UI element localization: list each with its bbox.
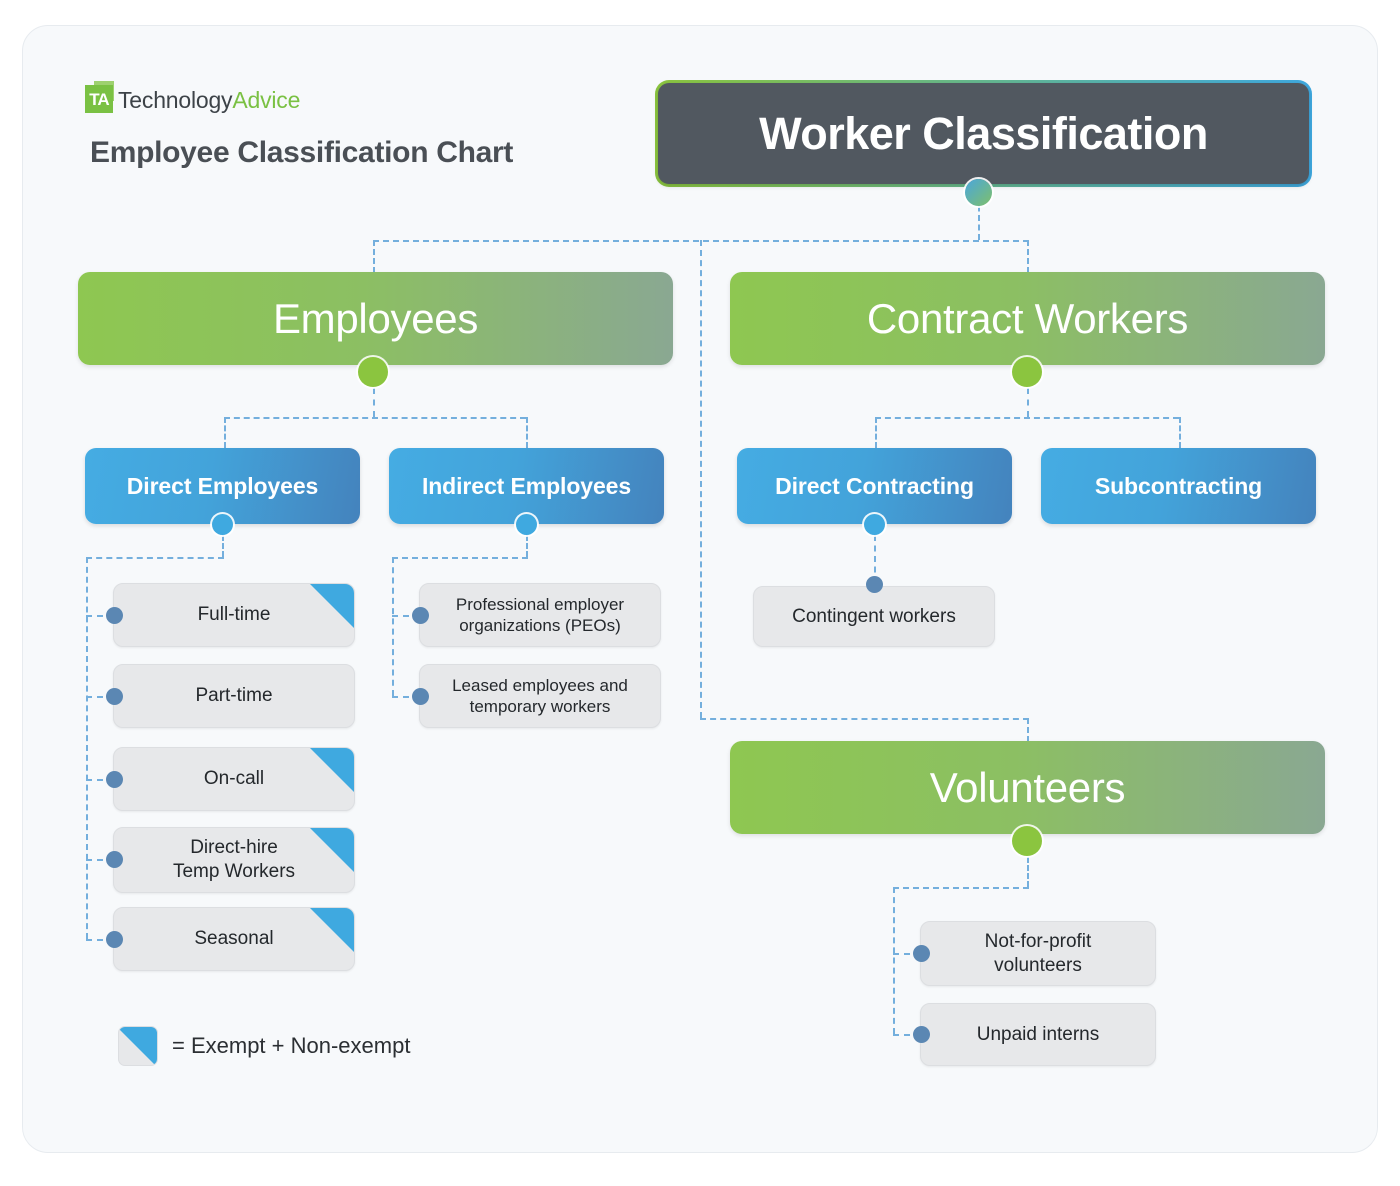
leaf-peos-line2: organizations (PEOs) [459,616,621,635]
leaf-unpaid-interns[interactable]: Unpaid interns [920,1003,1156,1066]
connector-root-to-volunteers-vertical [700,240,702,718]
connector-volunteers-drop [1027,718,1029,742]
node-subcontracting[interactable]: Subcontracting [1041,448,1316,524]
leaf-part-time[interactable]: Part-time [113,664,355,728]
node-contract-workers-label: Contract Workers [866,294,1189,342]
node-volunteers[interactable]: Volunteers [730,741,1325,834]
leaf-peos-label: Professional employer organizations (PEOs… [428,594,652,637]
connector-employees-bus [224,417,526,419]
leaf-contingent-workers-label: Contingent workers [792,605,956,627]
leaf-direct-hire-temp-workers[interactable]: Direct-hire Temp Workers [113,827,355,893]
ta-logo-icon: TA [85,81,115,115]
node-employees-label: Employees [272,294,479,342]
leaf-on-call[interactable]: On-call [113,747,355,811]
connector-dot-root [965,179,992,206]
leaf-nfp-line1: Not-for-profit [984,930,1092,952]
connector-volunteers-trunk [1027,857,1029,887]
connector-indirect-employees-turn [392,557,528,559]
node-volunteers-label: Volunteers [929,763,1126,811]
connector-indirect-employees-rail [392,557,394,696]
leaf-nfp-line2: volunteers [994,954,1082,976]
connector-dot-direct-hire [106,851,123,868]
node-employees[interactable]: Employees [78,272,673,365]
leaf-part-time-label: Part-time [195,685,273,707]
leaf-direct-hire-temp-workers-label: Direct-hire Temp Workers [145,836,323,884]
diagram-canvas: TA TechnologyAdvice Employee Classificat… [0,0,1400,1186]
leaf-peos[interactable]: Professional employer organizations (PEOs… [419,583,661,647]
node-direct-employees[interactable]: Direct Employees [85,448,360,524]
connector-contract-bus [875,417,1179,419]
node-contract-workers[interactable]: Contract Workers [730,272,1325,365]
connector-dot-unpaid-interns [913,1026,930,1043]
leaf-seasonal-label: Seasonal [194,928,274,950]
brand-name-part2: Advice [232,86,301,113]
connector-volunteers-rail [893,887,895,1034]
connector-dot-contract-workers [1012,357,1042,387]
node-worker-classification[interactable]: Worker Classification [655,80,1312,187]
legend: = Exempt + Non-exempt [118,1026,410,1066]
connector-employees-to-direct [224,417,226,448]
leaf-leased-line1: Leased employees and [452,675,628,695]
leaf-direct-hire-line2: Temp Workers [172,861,296,882]
leaf-leased-employees[interactable]: Leased employees and temporary workers [419,664,661,728]
connector-employees-trunk [373,388,375,417]
node-direct-contracting-label: Direct Contracting [775,472,974,499]
node-subcontracting-label: Subcontracting [1094,472,1263,499]
connector-direct-employees-trunk [222,535,224,557]
node-indirect-employees-label: Indirect Employees [421,472,632,499]
node-indirect-employees[interactable]: Indirect Employees [389,448,664,524]
connector-indirect-employees-trunk [526,535,528,557]
connector-contract-to-subcontracting [1179,417,1181,448]
connector-dot-full-time [106,607,123,624]
connector-dot-direct-contracting [864,514,885,535]
connector-direct-employees-turn [86,557,224,559]
connector-dot-volunteers [1012,826,1042,856]
connector-dot-direct-employees [212,514,233,535]
page-title: Employee Classification Chart [90,136,514,169]
connector-root-to-employees [373,240,375,273]
exempt-marker-icon [310,584,354,628]
technologyadvice-logo: TA TechnologyAdvice [85,81,300,115]
legend-label: = Exempt + Non-exempt [172,1033,411,1058]
connector-dot-seasonal [106,931,123,948]
leaf-seasonal[interactable]: Seasonal [113,907,355,971]
connector-dot-indirect-employees [516,514,537,535]
connector-contract-to-direct-contracting [875,417,877,448]
node-worker-classification-label: Worker Classification [759,107,1208,159]
exempt-marker-icon [310,748,354,792]
brand-name: TechnologyAdvice [118,87,300,114]
connector-employees-to-indirect [526,417,528,448]
connector-dot-on-call [106,771,123,788]
leaf-on-call-label: On-call [203,768,265,790]
connector-root-to-contract [1027,240,1029,273]
exempt-marker-icon [310,908,354,952]
leaf-contingent-workers[interactable]: Contingent workers [753,586,995,647]
connector-dot-not-for-profit-volunteers [913,945,930,962]
leaf-not-for-profit-volunteers[interactable]: Not-for-profit volunteers [920,921,1156,986]
leaf-direct-hire-line1: Direct-hire [190,837,278,859]
leaf-peos-line1: Professional employer [455,594,625,614]
connector-dot-contingent-workers [866,576,883,593]
leaf-full-time[interactable]: Full-time [113,583,355,647]
connector-dot-part-time [106,688,123,705]
leaf-not-for-profit-volunteers-label: Not-for-profit volunteers [957,930,1120,978]
leaf-full-time-label: Full-time [197,604,271,626]
connector-volunteers-turn [893,887,1029,889]
connector-contract-trunk [1027,388,1029,417]
leaf-leased-line2: temporary workers [469,697,611,716]
node-direct-employees-label: Direct Employees [126,472,319,499]
legend-exempt-swatch-icon [118,1026,158,1066]
ta-monogram: TA [89,90,109,109]
leaf-unpaid-interns-label: Unpaid interns [976,1023,1100,1045]
brand-name-part1: Technology [118,86,233,113]
leaf-leased-employees-label: Leased employees and temporary workers [424,675,656,718]
connector-dot-employees [358,357,388,387]
connector-dot-peos [412,607,429,624]
node-direct-contracting[interactable]: Direct Contracting [737,448,1012,524]
connector-root-to-volunteers-horizontal [700,718,1029,720]
